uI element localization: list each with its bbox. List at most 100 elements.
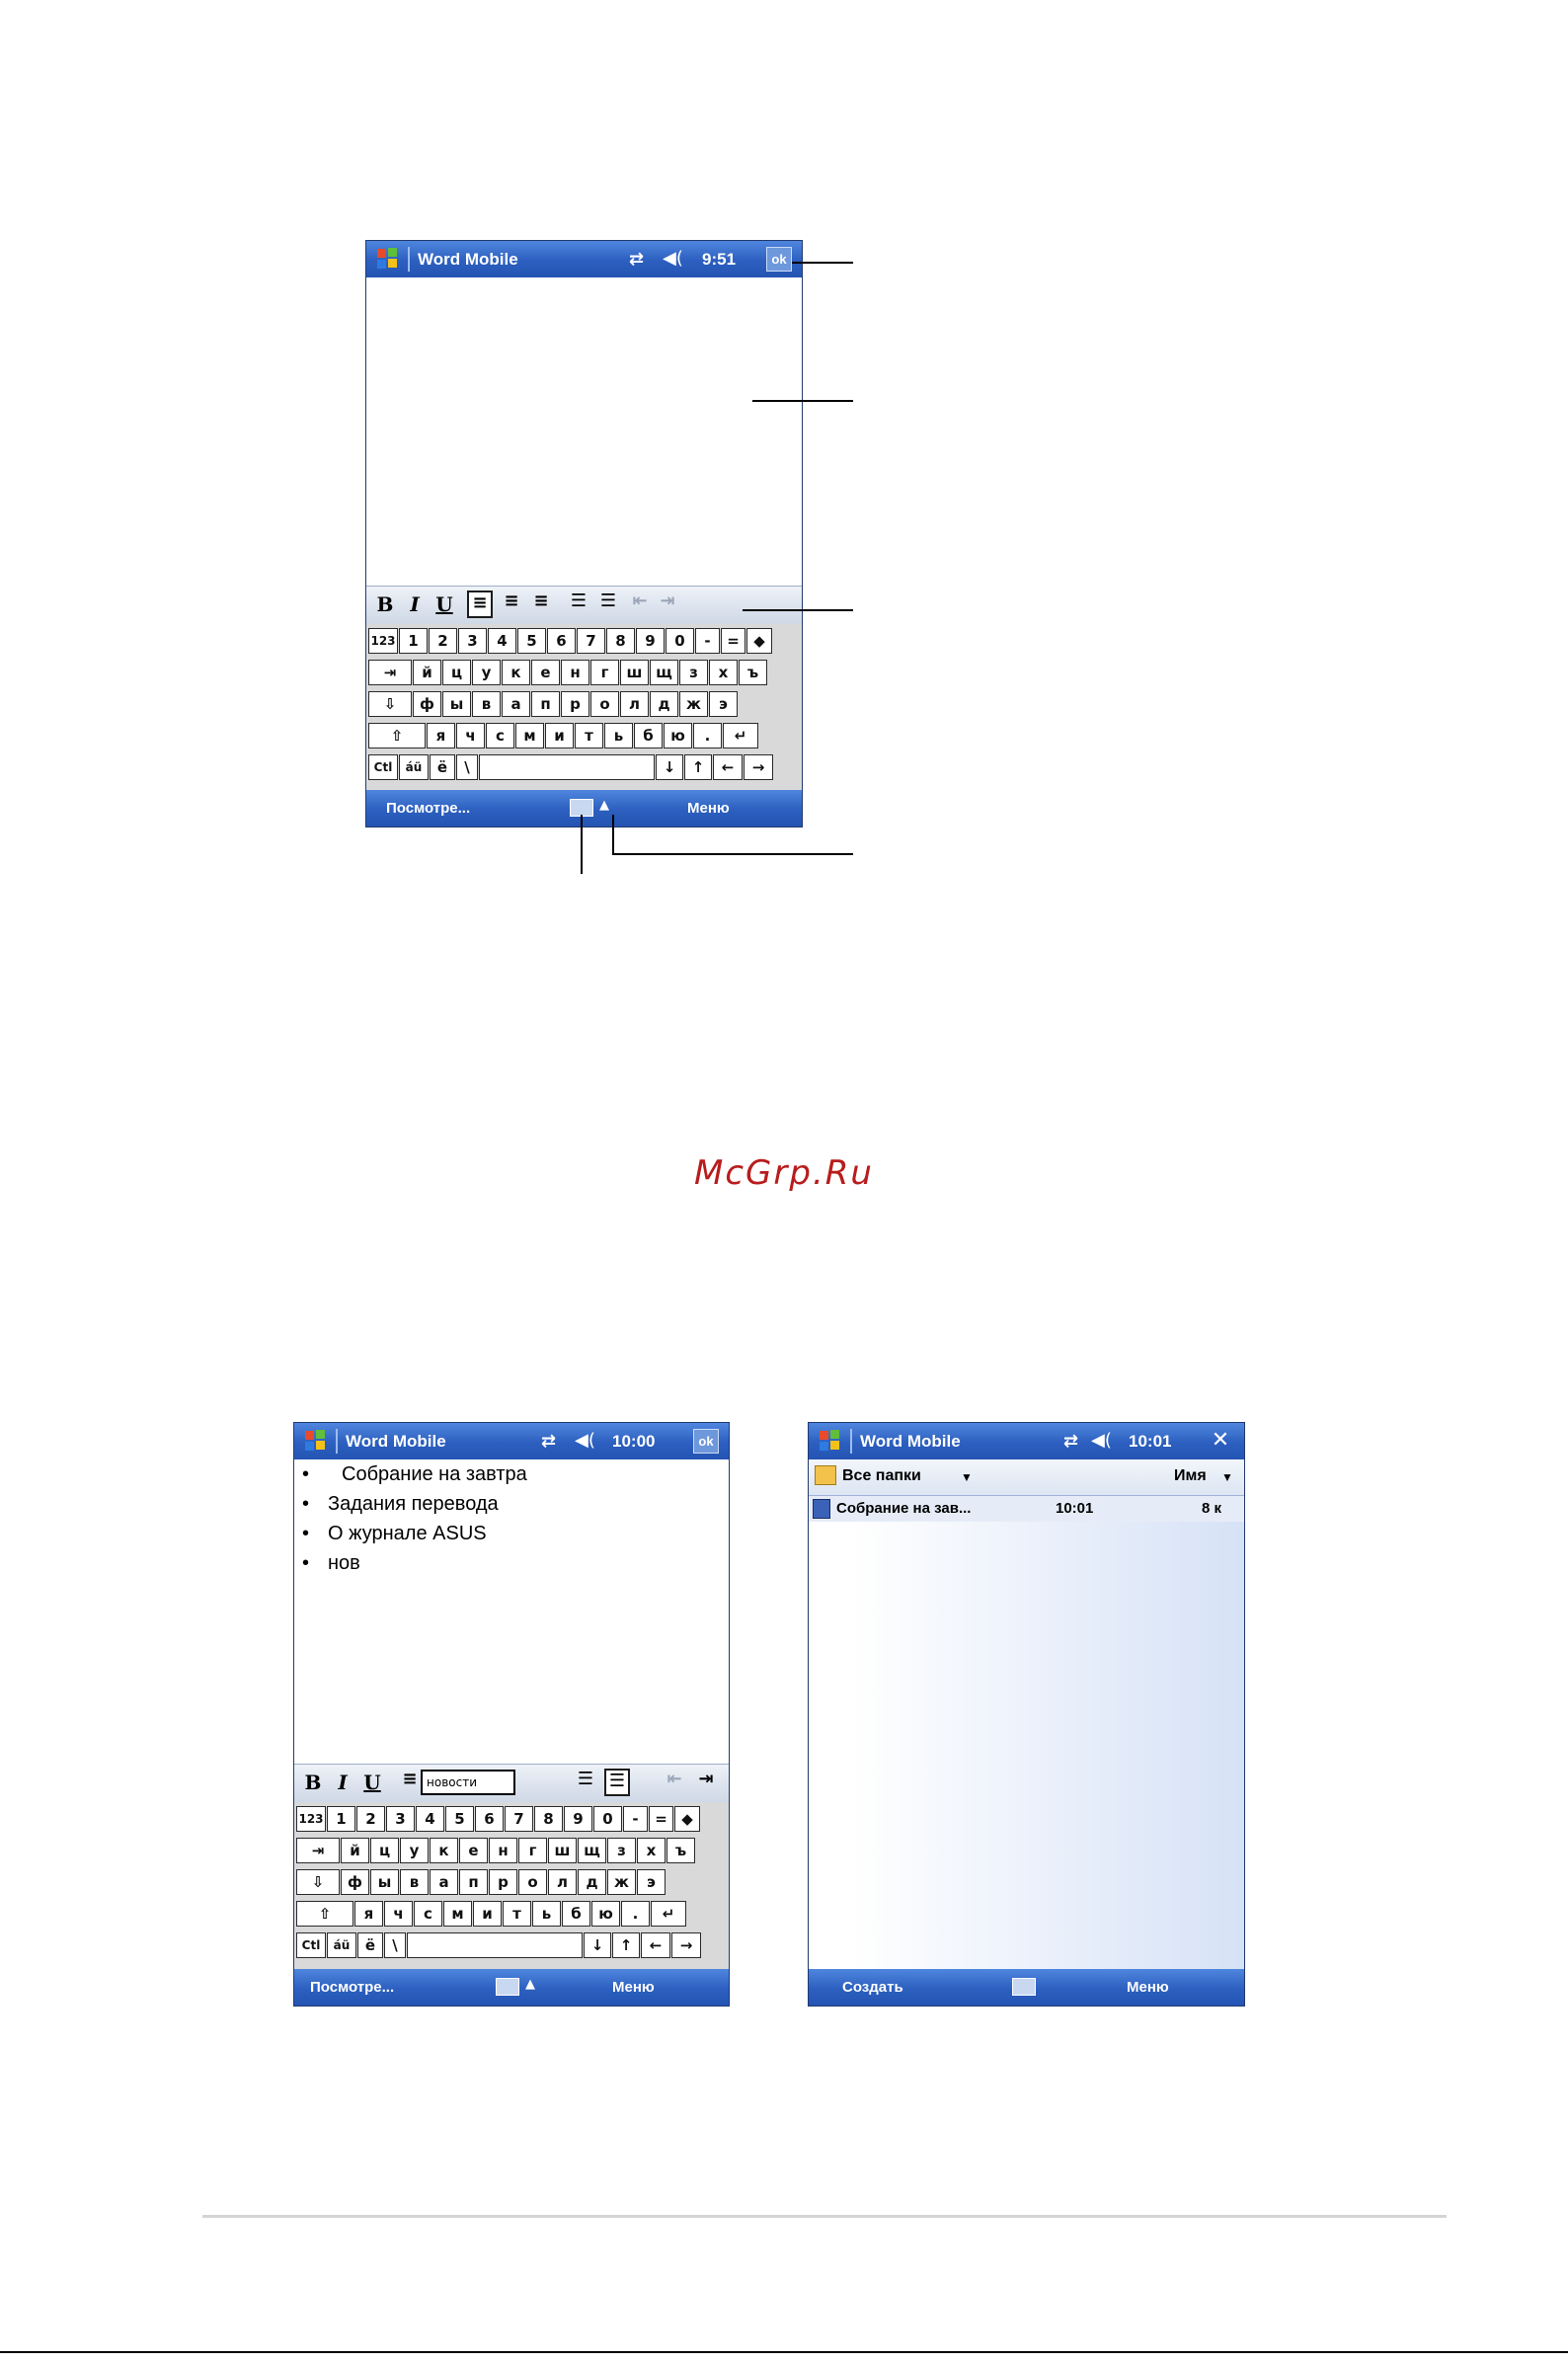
key-letter[interactable]: б bbox=[562, 1901, 590, 1927]
italic-button[interactable]: I bbox=[402, 591, 428, 618]
left-softkey[interactable]: Создать bbox=[842, 1979, 903, 1996]
key-letter[interactable]: э bbox=[637, 1869, 666, 1895]
file-list-area[interactable] bbox=[809, 1522, 1244, 1969]
key-left[interactable]: ← bbox=[641, 1932, 670, 1958]
key-0[interactable]: 0 bbox=[666, 628, 694, 654]
key-letter[interactable]: ш bbox=[620, 660, 649, 685]
bulleted-list-icon[interactable]: ☰ bbox=[604, 1769, 630, 1796]
file-row[interactable]: Собрание на зав... 10:01 8 к bbox=[809, 1496, 1244, 1522]
key-letter[interactable]: ъ bbox=[739, 660, 767, 685]
ok-button[interactable]: ok bbox=[766, 247, 792, 272]
key-letter[interactable]: з bbox=[607, 1838, 636, 1863]
key-letter[interactable]: ь bbox=[604, 723, 633, 748]
key-letter[interactable]: ф bbox=[413, 691, 441, 717]
key-caps[interactable]: ⇩ bbox=[368, 691, 412, 717]
underline-button[interactable]: U bbox=[359, 1769, 385, 1796]
key-letter[interactable]: е bbox=[459, 1838, 488, 1863]
key-9[interactable]: 9 bbox=[636, 628, 665, 654]
key-letter[interactable]: с bbox=[486, 723, 514, 748]
key-ctl[interactable]: Ctl bbox=[368, 754, 398, 780]
key-letter[interactable]: л bbox=[548, 1869, 577, 1895]
key-123[interactable]: 123 bbox=[296, 1806, 326, 1832]
speaker-icon[interactable]: ◀( bbox=[1091, 1430, 1112, 1451]
right-softkey[interactable]: Меню bbox=[612, 1979, 655, 1996]
speaker-icon[interactable]: ◀( bbox=[575, 1430, 595, 1451]
key-5[interactable]: 5 bbox=[517, 628, 546, 654]
key-letter[interactable]: г bbox=[590, 660, 619, 685]
key-letter[interactable]: м bbox=[443, 1901, 472, 1927]
key-letter[interactable]: щ bbox=[650, 660, 678, 685]
sync-icon[interactable]: ⇄ bbox=[1063, 1431, 1078, 1452]
key-letter[interactable]: п bbox=[531, 691, 560, 717]
key-letter[interactable]: ж bbox=[679, 691, 708, 717]
key-letter[interactable]: з bbox=[679, 660, 708, 685]
key-minus[interactable]: - bbox=[623, 1806, 648, 1832]
key-letter[interactable]: ы bbox=[370, 1869, 399, 1895]
input-method-arrow-icon[interactable]: ▲ bbox=[599, 798, 609, 813]
windows-start-icon[interactable] bbox=[374, 246, 401, 273]
key-yo[interactable]: ё bbox=[430, 754, 455, 780]
windows-start-icon[interactable] bbox=[302, 1428, 329, 1455]
speaker-icon[interactable]: ◀( bbox=[663, 248, 683, 269]
left-softkey[interactable]: Посмотре... bbox=[310, 1979, 394, 1996]
key-5[interactable]: 5 bbox=[445, 1806, 474, 1832]
input-panel-icon[interactable] bbox=[496, 1978, 519, 1996]
decrease-indent-icon[interactable]: ⇤ bbox=[662, 1769, 687, 1796]
bulleted-list-icon[interactable]: ☰ bbox=[595, 591, 621, 618]
input-panel-icon[interactable] bbox=[1012, 1978, 1036, 1996]
windows-start-icon[interactable] bbox=[817, 1428, 843, 1455]
clock-time[interactable]: 10:01 bbox=[1129, 1432, 1171, 1452]
decrease-indent-icon[interactable]: ⇤ bbox=[627, 591, 653, 618]
underline-button[interactable]: U bbox=[431, 591, 457, 618]
sort-dropdown[interactable]: Имя bbox=[1174, 1467, 1207, 1485]
key-right[interactable]: → bbox=[671, 1932, 701, 1958]
document-area[interactable]: • Собрание на завтра • Задания перевода • О… bbox=[294, 1459, 729, 1764]
sort-dropdown-arrow-icon[interactable]: ▼ bbox=[1221, 1470, 1233, 1484]
key-letter[interactable]: т bbox=[503, 1901, 531, 1927]
key-right[interactable]: → bbox=[744, 754, 773, 780]
key-1[interactable]: 1 bbox=[399, 628, 428, 654]
ok-button[interactable]: ok bbox=[693, 1429, 719, 1454]
key-letter[interactable]: б bbox=[634, 723, 663, 748]
increase-indent-icon[interactable]: ⇥ bbox=[693, 1769, 719, 1796]
key-up[interactable]: ↑ bbox=[612, 1932, 640, 1958]
right-softkey[interactable]: Меню bbox=[687, 800, 730, 817]
key-backspace[interactable]: ◆ bbox=[746, 628, 772, 654]
key-space[interactable] bbox=[407, 1932, 583, 1958]
key-letter[interactable]: ц bbox=[442, 660, 471, 685]
numbered-list-icon[interactable]: ☰ bbox=[573, 1769, 598, 1796]
key-letter[interactable]: е bbox=[531, 660, 560, 685]
key-equals[interactable]: = bbox=[721, 628, 745, 654]
key-letter[interactable]: в bbox=[472, 691, 501, 717]
key-letter[interactable]: й bbox=[413, 660, 441, 685]
key-letter[interactable]: ш bbox=[548, 1838, 577, 1863]
key-6[interactable]: 6 bbox=[547, 628, 576, 654]
key-up[interactable]: ↑ bbox=[684, 754, 712, 780]
key-tab[interactable]: ⇥ bbox=[368, 660, 412, 685]
key-letter[interactable]: ю bbox=[664, 723, 692, 748]
key-letter[interactable]: г bbox=[518, 1838, 547, 1863]
key-letter[interactable]: н bbox=[489, 1838, 517, 1863]
clock-time[interactable]: 9:51 bbox=[702, 250, 736, 270]
key-letter[interactable]: а bbox=[502, 691, 530, 717]
key-period[interactable]: . bbox=[693, 723, 722, 748]
key-3[interactable]: 3 bbox=[458, 628, 487, 654]
key-letter[interactable]: ф bbox=[341, 1869, 369, 1895]
key-letter[interactable]: т bbox=[575, 723, 603, 748]
key-backslash[interactable]: \ bbox=[456, 754, 478, 780]
key-letter[interactable]: к bbox=[502, 660, 530, 685]
sync-icon[interactable]: ⇄ bbox=[629, 249, 644, 270]
key-letter[interactable]: я bbox=[427, 723, 455, 748]
key-9[interactable]: 9 bbox=[564, 1806, 592, 1832]
key-backspace[interactable]: ◆ bbox=[674, 1806, 700, 1832]
key-letter[interactable]: щ bbox=[578, 1838, 606, 1863]
key-ctl[interactable]: Ctl bbox=[296, 1932, 326, 1958]
input-method-arrow-icon[interactable]: ▲ bbox=[525, 1977, 535, 1992]
key-tab[interactable]: ⇥ bbox=[296, 1838, 340, 1863]
align-right-icon[interactable]: ≡ bbox=[528, 591, 554, 618]
key-letter[interactable]: д bbox=[578, 1869, 606, 1895]
clock-time[interactable]: 10:00 bbox=[612, 1432, 655, 1452]
key-letter[interactable]: ы bbox=[442, 691, 471, 717]
key-letter[interactable]: к bbox=[430, 1838, 458, 1863]
right-softkey[interactable]: Меню bbox=[1127, 1979, 1169, 1996]
